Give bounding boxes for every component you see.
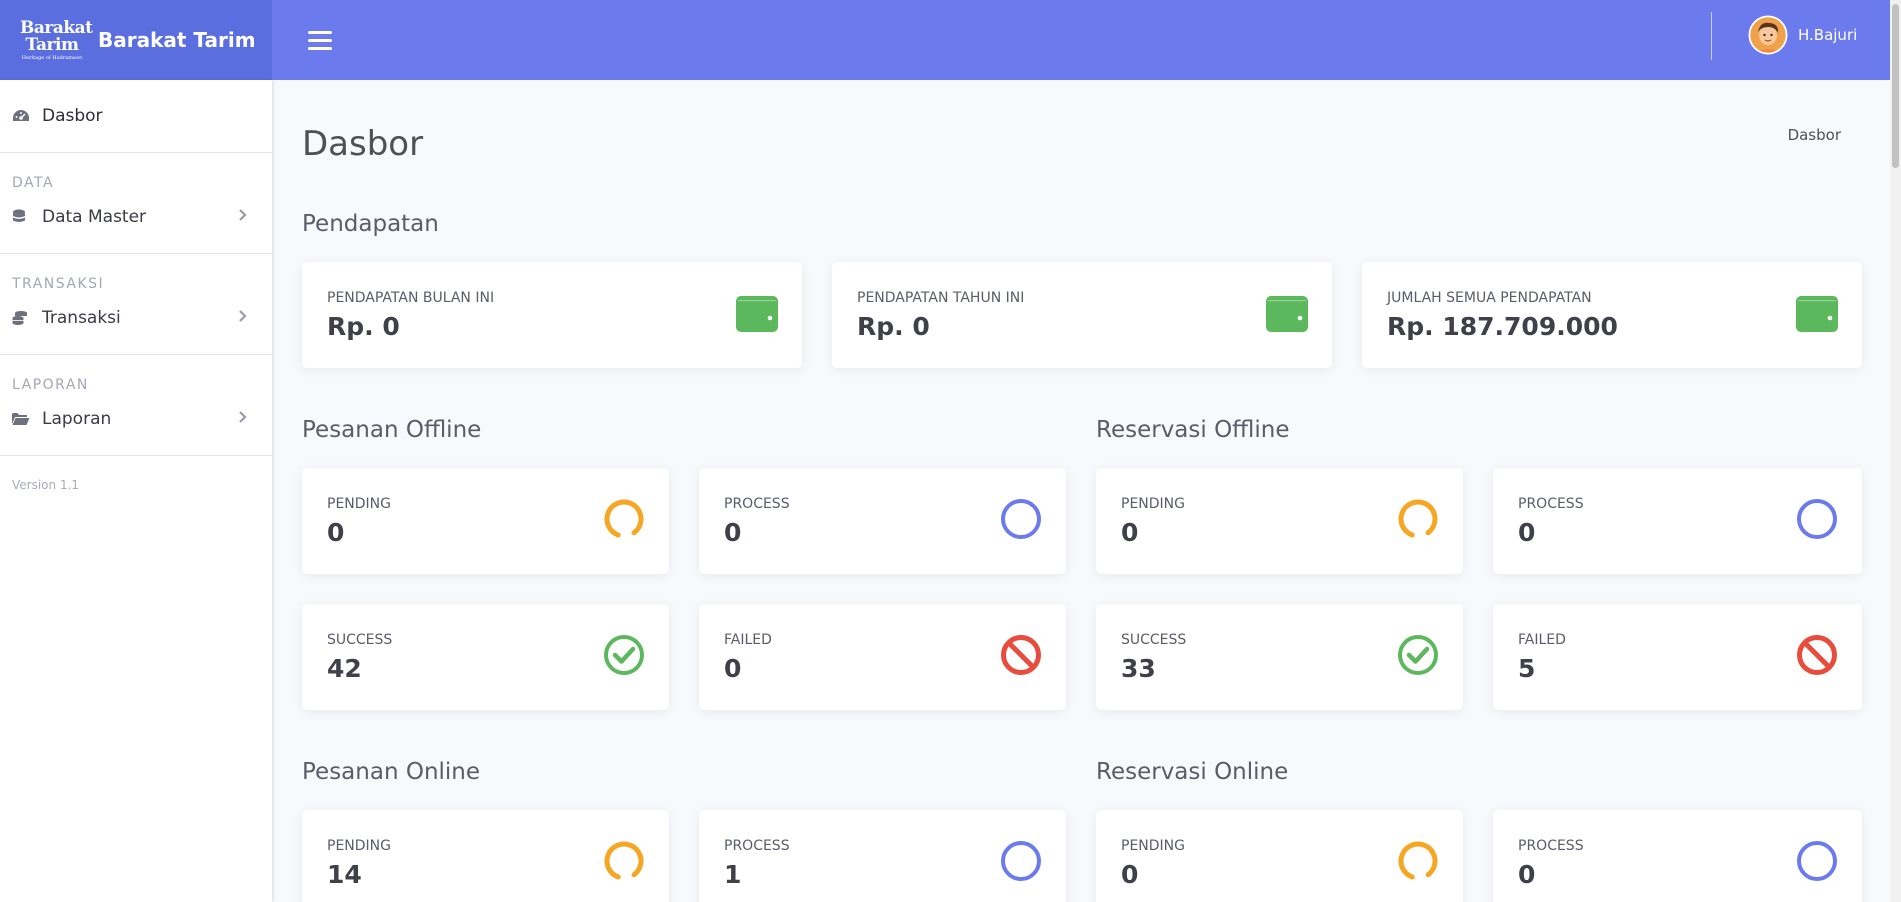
- topbar: H.Bajuri: [272, 0, 1890, 80]
- user-menu[interactable]: H.Bajuri: [1748, 15, 1857, 55]
- ban-icon: [1796, 634, 1838, 676]
- sidebar-item-label: Dasbor: [42, 106, 103, 126]
- card-value: Rp. 0: [857, 312, 930, 341]
- card-value: 0: [724, 518, 742, 547]
- pesanan-offline-success-card: SUCCESS 42: [302, 604, 669, 710]
- pesanan-offline-pending-card: PENDING 0: [302, 468, 669, 574]
- wallet-icon: [736, 294, 778, 332]
- brand-logo-tagline: Heritage of Hadramawt: [21, 54, 83, 61]
- folder-open-icon: [12, 409, 34, 429]
- pesanan-online-process-card: PROCESS 1: [699, 810, 1066, 902]
- spinner-icon: [1397, 498, 1439, 540]
- income-card-total: JUMLAH SEMUA PENDAPATAN Rp. 187.709.000: [1362, 262, 1862, 368]
- card-label: PROCESS: [1518, 496, 1584, 512]
- wallet-icon: [1796, 294, 1838, 332]
- topbar-divider: [1711, 12, 1712, 60]
- pesanan-offline-process-card: PROCESS 0: [699, 468, 1066, 574]
- pesanan-online-pending-card: PENDING 14: [302, 810, 669, 902]
- sidebar-item-transaksi[interactable]: Transaksi: [0, 282, 272, 354]
- section-title-pesanan-online: Pesanan Online: [302, 759, 481, 785]
- section-title-pendapatan: Pendapatan: [302, 211, 439, 237]
- brand[interactable]: Barakat Tarim Heritage of Hadramawt Bara…: [0, 0, 272, 80]
- circle-icon: [1796, 498, 1838, 540]
- card-label: PENDING: [1121, 838, 1185, 854]
- avatar: [1748, 15, 1788, 55]
- sidebar-item-data-master[interactable]: Data Master: [0, 181, 272, 253]
- card-value: 0: [1121, 518, 1139, 547]
- card-value: 0: [1121, 860, 1139, 889]
- database-icon: [12, 207, 34, 227]
- reservasi-offline-failed-card: FAILED 5: [1493, 604, 1862, 710]
- spinner-icon: [603, 498, 645, 540]
- menu-toggle-icon[interactable]: [308, 30, 332, 50]
- check-circle-icon: [603, 634, 645, 676]
- card-value: 0: [1518, 518, 1536, 547]
- circle-icon: [1000, 498, 1042, 540]
- brand-logo: Barakat Tarim Heritage of Hadramawt: [20, 17, 93, 61]
- card-value: 14: [327, 860, 362, 889]
- card-value: 0: [327, 518, 345, 547]
- card-label: SUCCESS: [327, 632, 393, 648]
- chevron-right-icon: [239, 209, 247, 221]
- card-value: 5: [1518, 654, 1536, 683]
- card-label: PROCESS: [724, 496, 790, 512]
- page-scrollbar[interactable]: [1890, 0, 1901, 902]
- card-label: PENDING: [1121, 496, 1185, 512]
- sidebar-item-label: Transaksi: [42, 308, 121, 328]
- card-value: 0: [1518, 860, 1536, 889]
- scrollbar-thumb[interactable]: [1892, 4, 1899, 168]
- section-title-reservasi-online: Reservasi Online: [1096, 759, 1289, 785]
- breadcrumb[interactable]: Dasbor: [1788, 126, 1841, 144]
- sidebar-item-label: Laporan: [42, 409, 112, 429]
- card-label: PENDAPATAN BULAN INI: [327, 290, 495, 306]
- card-label: PENDING: [327, 496, 391, 512]
- card-label: PROCESS: [1518, 838, 1584, 854]
- card-label: JUMLAH SEMUA PENDAPATAN: [1387, 290, 1592, 306]
- brand-name: Barakat Tarim: [98, 28, 256, 52]
- circle-icon: [1796, 840, 1838, 882]
- chevron-right-icon: [239, 411, 247, 423]
- brand-logo-line1: Barakat: [20, 17, 93, 38]
- chevron-right-icon: [239, 310, 247, 322]
- card-value: 1: [724, 860, 742, 889]
- reservasi-offline-pending-card: PENDING 0: [1096, 468, 1463, 574]
- circle-icon: [1000, 840, 1042, 882]
- card-label: SUCCESS: [1121, 632, 1187, 648]
- reservasi-offline-success-card: SUCCESS 33: [1096, 604, 1463, 710]
- card-label: FAILED: [1518, 632, 1566, 648]
- check-circle-icon: [1397, 634, 1439, 676]
- card-value: 42: [327, 654, 362, 683]
- ban-icon: [1000, 634, 1042, 676]
- page-title: Dasbor: [302, 124, 424, 164]
- brand-logo-line2: Tarim: [25, 34, 79, 55]
- spinner-icon: [1397, 840, 1439, 882]
- sidebar: Dasbor DATA Data Master TRANSAKSI Transa…: [0, 80, 272, 902]
- version-label: Version 1.1: [12, 478, 80, 492]
- coins-icon: [12, 308, 34, 328]
- section-title-pesanan-offline: Pesanan Offline: [302, 417, 482, 443]
- sidebar-item-dashboard[interactable]: Dasbor: [0, 80, 272, 152]
- card-label: PENDING: [327, 838, 391, 854]
- section-title-reservasi-offline: Reservasi Offline: [1096, 417, 1290, 443]
- reservasi-offline-process-card: PROCESS 0: [1493, 468, 1862, 574]
- tachometer-icon: [12, 106, 34, 126]
- reservasi-online-process-card: PROCESS 0: [1493, 810, 1862, 902]
- wallet-icon: [1266, 294, 1308, 332]
- spinner-icon: [603, 840, 645, 882]
- reservasi-online-pending-card: PENDING 0: [1096, 810, 1463, 902]
- sidebar-item-label: Data Master: [42, 207, 147, 227]
- card-value: Rp. 187.709.000: [1387, 312, 1618, 341]
- card-value: Rp. 0: [327, 312, 400, 341]
- income-card-year: PENDAPATAN TAHUN INI Rp. 0: [832, 262, 1332, 368]
- card-label: PENDAPATAN TAHUN INI: [857, 290, 1025, 306]
- pesanan-offline-failed-card: FAILED 0: [699, 604, 1066, 710]
- card-label: FAILED: [724, 632, 772, 648]
- card-label: PROCESS: [724, 838, 790, 854]
- card-value: 0: [724, 654, 742, 683]
- sidebar-item-laporan[interactable]: Laporan: [0, 383, 272, 455]
- main-content: Dasbor Dasbor Pendapatan PENDAPATAN BULA…: [272, 80, 1890, 902]
- user-name: H.Bajuri: [1798, 26, 1858, 44]
- income-card-month: PENDAPATAN BULAN INI Rp. 0: [302, 262, 802, 368]
- card-value: 33: [1121, 654, 1156, 683]
